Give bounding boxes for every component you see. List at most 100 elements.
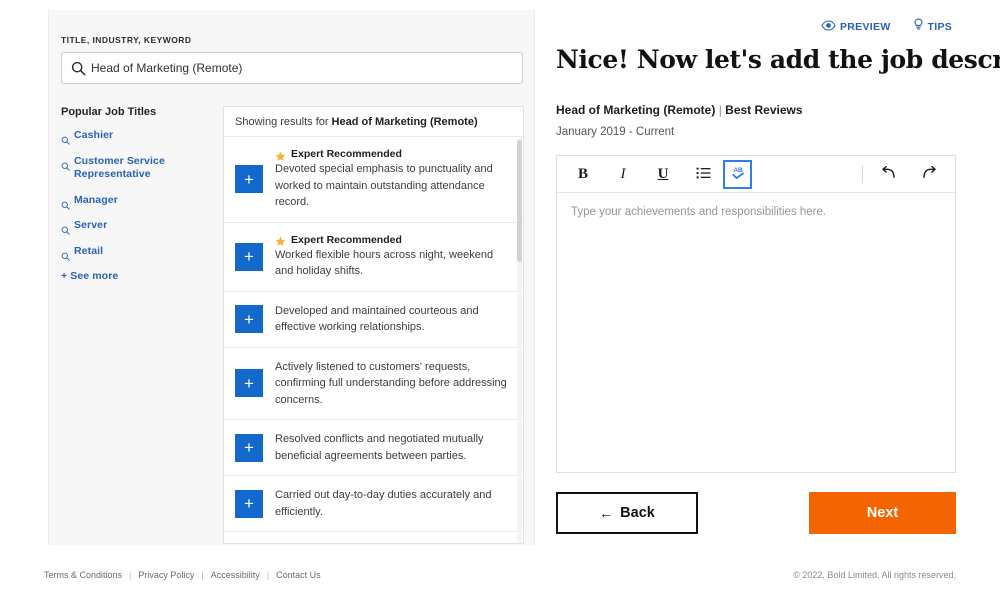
next-button-label: Next [866,505,899,521]
footer-separator: | [201,570,204,580]
back-button-label: Back [620,505,655,521]
job-dates: January 2019 - Current [556,126,675,138]
sidebar-item-label: Server [74,219,108,231]
svg-text:AB: AB [733,167,742,174]
job-title-text: Head of Marketing (Remote) [556,103,716,117]
tips-label: TIPS [927,21,953,33]
bulleted-list-icon [695,166,711,182]
search-icon [71,61,86,76]
tips-button[interactable]: TIPS [913,18,953,36]
spellcheck-icon: AB [730,165,746,183]
search-icon [61,222,70,235]
copyright-notice: © 2022, Bold Limited. All rights reserve… [793,570,956,580]
company-name-text: Best Reviews [725,103,803,117]
plus-icon[interactable]: + [235,433,263,462]
plus-icon[interactable]: + [235,165,263,194]
list-item[interactable]: + Resolved conflicts and negotiated mutu… [224,420,523,476]
search-icon [61,197,70,210]
list-item-text: Carried out day-to-day duties accurately… [275,489,492,518]
next-button[interactable]: Next [809,492,956,534]
eye-icon [821,18,836,36]
list-item-content: Resolved conflicts and negotiated mutual… [275,431,513,464]
page-title: Nice! Now let's add the job description [556,45,1000,74]
results-header-query: Head of Marketing (Remote) [331,115,478,128]
list-item-content: Expert Recommended Worked flexible hours… [275,234,513,280]
arrow-left-icon: ← [599,505,614,521]
preview-button[interactable]: PREVIEW [821,18,891,36]
results-list-panel: Showing results for Head of Marketing (R… [223,106,524,544]
plus-icon[interactable]: + [235,369,263,398]
search-input[interactable]: Head of Marketing (Remote) [61,52,523,84]
terms-and-conditions-link[interactable]: Terms & Conditions [44,570,122,580]
sidebar-item-retail[interactable]: Retail [61,245,211,261]
job-search-panel: TITLE, INDUSTRY, KEYWORD Head of Marketi… [48,10,535,545]
redo-button[interactable] [909,160,949,188]
contact-us-link[interactable]: Contact Us [276,570,321,580]
sidebar-item-label: Manager [74,193,118,206]
undo-button[interactable] [869,160,909,188]
spellcheck-button[interactable]: AB [723,159,752,189]
list-item[interactable]: + Actively listened to customers' reques… [224,347,523,420]
toolbar-divider [862,165,863,183]
results-scroll-area[interactable]: + Expert Recommended Devoted special emp… [224,137,523,543]
popular-job-titles-list: Cashier Customer Service Representative [61,129,211,282]
top-actions: PREVIEW TIPS [821,18,952,36]
sidebar-item-server[interactable]: Server [61,219,211,235]
list-item[interactable]: + Expert Recommended Worked flexible hou… [224,222,523,292]
preview-label: PREVIEW [840,21,891,33]
results-scrollbar-thumb[interactable] [517,140,522,262]
star-icon [275,234,286,246]
sidebar-item-cashier[interactable]: Cashier [61,129,211,145]
app-root: TITLE, INDUSTRY, KEYWORD Head of Marketi… [0,0,1000,600]
redo-icon [921,165,937,183]
accessibility-link[interactable]: Accessibility [211,570,260,580]
list-item-content: Developed and maintained courteous and e… [275,303,513,336]
back-button[interactable]: ← Back [556,492,698,534]
search-input-value: Head of Marketing (Remote) [91,61,243,75]
bulleted-list-button[interactable] [683,160,723,188]
list-item[interactable]: + Expert Recommended Devoted special emp… [224,137,523,223]
footer-separator: | [129,570,132,580]
list-item-text: Devoted special emphasis to punctuality … [275,163,493,208]
results-header: Showing results for Head of Marketing (R… [224,107,523,137]
rich-text-editor: B I U AB Type your achievements and resp… [556,155,956,473]
star-icon [275,149,286,161]
list-item-text: Worked flexible hours across night, week… [275,248,494,278]
sidebar-item-manager[interactable]: Manager [61,193,211,210]
list-item-text: Developed and maintained courteous and e… [275,304,479,334]
sidebar-item-label: Customer Service Representative [74,154,165,181]
plus-icon[interactable]: + [235,489,263,518]
editor-textarea[interactable]: Type your achievements and responsibilit… [557,193,955,472]
popular-job-titles-heading: Popular Job Titles [61,106,157,118]
italic-button[interactable]: I [603,160,643,188]
list-item[interactable]: + Developed and maintained courteous and… [224,291,523,348]
list-item-text: Resolved conflicts and negotiated mutual… [275,433,484,462]
search-field-label: TITLE, INDUSTRY, KEYWORD [61,35,192,45]
lightbulb-icon [913,18,924,36]
bold-button[interactable]: B [563,160,603,188]
search-icon [61,132,70,145]
editor-placeholder: Type your achievements and responsibilit… [571,206,827,218]
editor-toolbar: B I U AB [557,156,955,193]
job-heading: Head of Marketing (Remote) | Best Review… [556,103,803,117]
plus-icon[interactable]: + [235,242,263,271]
footer-separator: | [266,570,270,580]
sidebar-item-label: Cashier [74,129,114,141]
list-item-content: Expert Recommended Devoted special empha… [275,148,513,211]
sidebar-item-customer-service-representative[interactable]: Customer Service Representative [61,155,211,182]
expert-recommended-label: Expert Recommended [291,233,402,246]
search-icon [61,158,70,171]
see-more-button[interactable]: + See more [61,270,211,282]
list-item-content: Actively listened to customers' requests… [275,359,513,409]
expert-recommended-badge: Expert Recommended [275,234,507,246]
underline-button[interactable]: U [643,160,683,188]
list-item[interactable]: + Carried out day-to-day duties accurate… [224,476,523,532]
plus-icon[interactable]: + [235,305,263,333]
list-item-content: Carried out day-to-day duties accurately… [275,487,513,520]
expert-recommended-label: Expert Recommended [291,148,402,160]
privacy-policy-link[interactable]: Privacy Policy [138,570,194,580]
footer-links: Terms & Conditions | Privacy Policy | Ac… [44,570,321,580]
list-item-text: Actively listened to customers' requests… [275,360,507,406]
undo-icon [881,165,897,183]
job-heading-separator: | [718,103,722,117]
